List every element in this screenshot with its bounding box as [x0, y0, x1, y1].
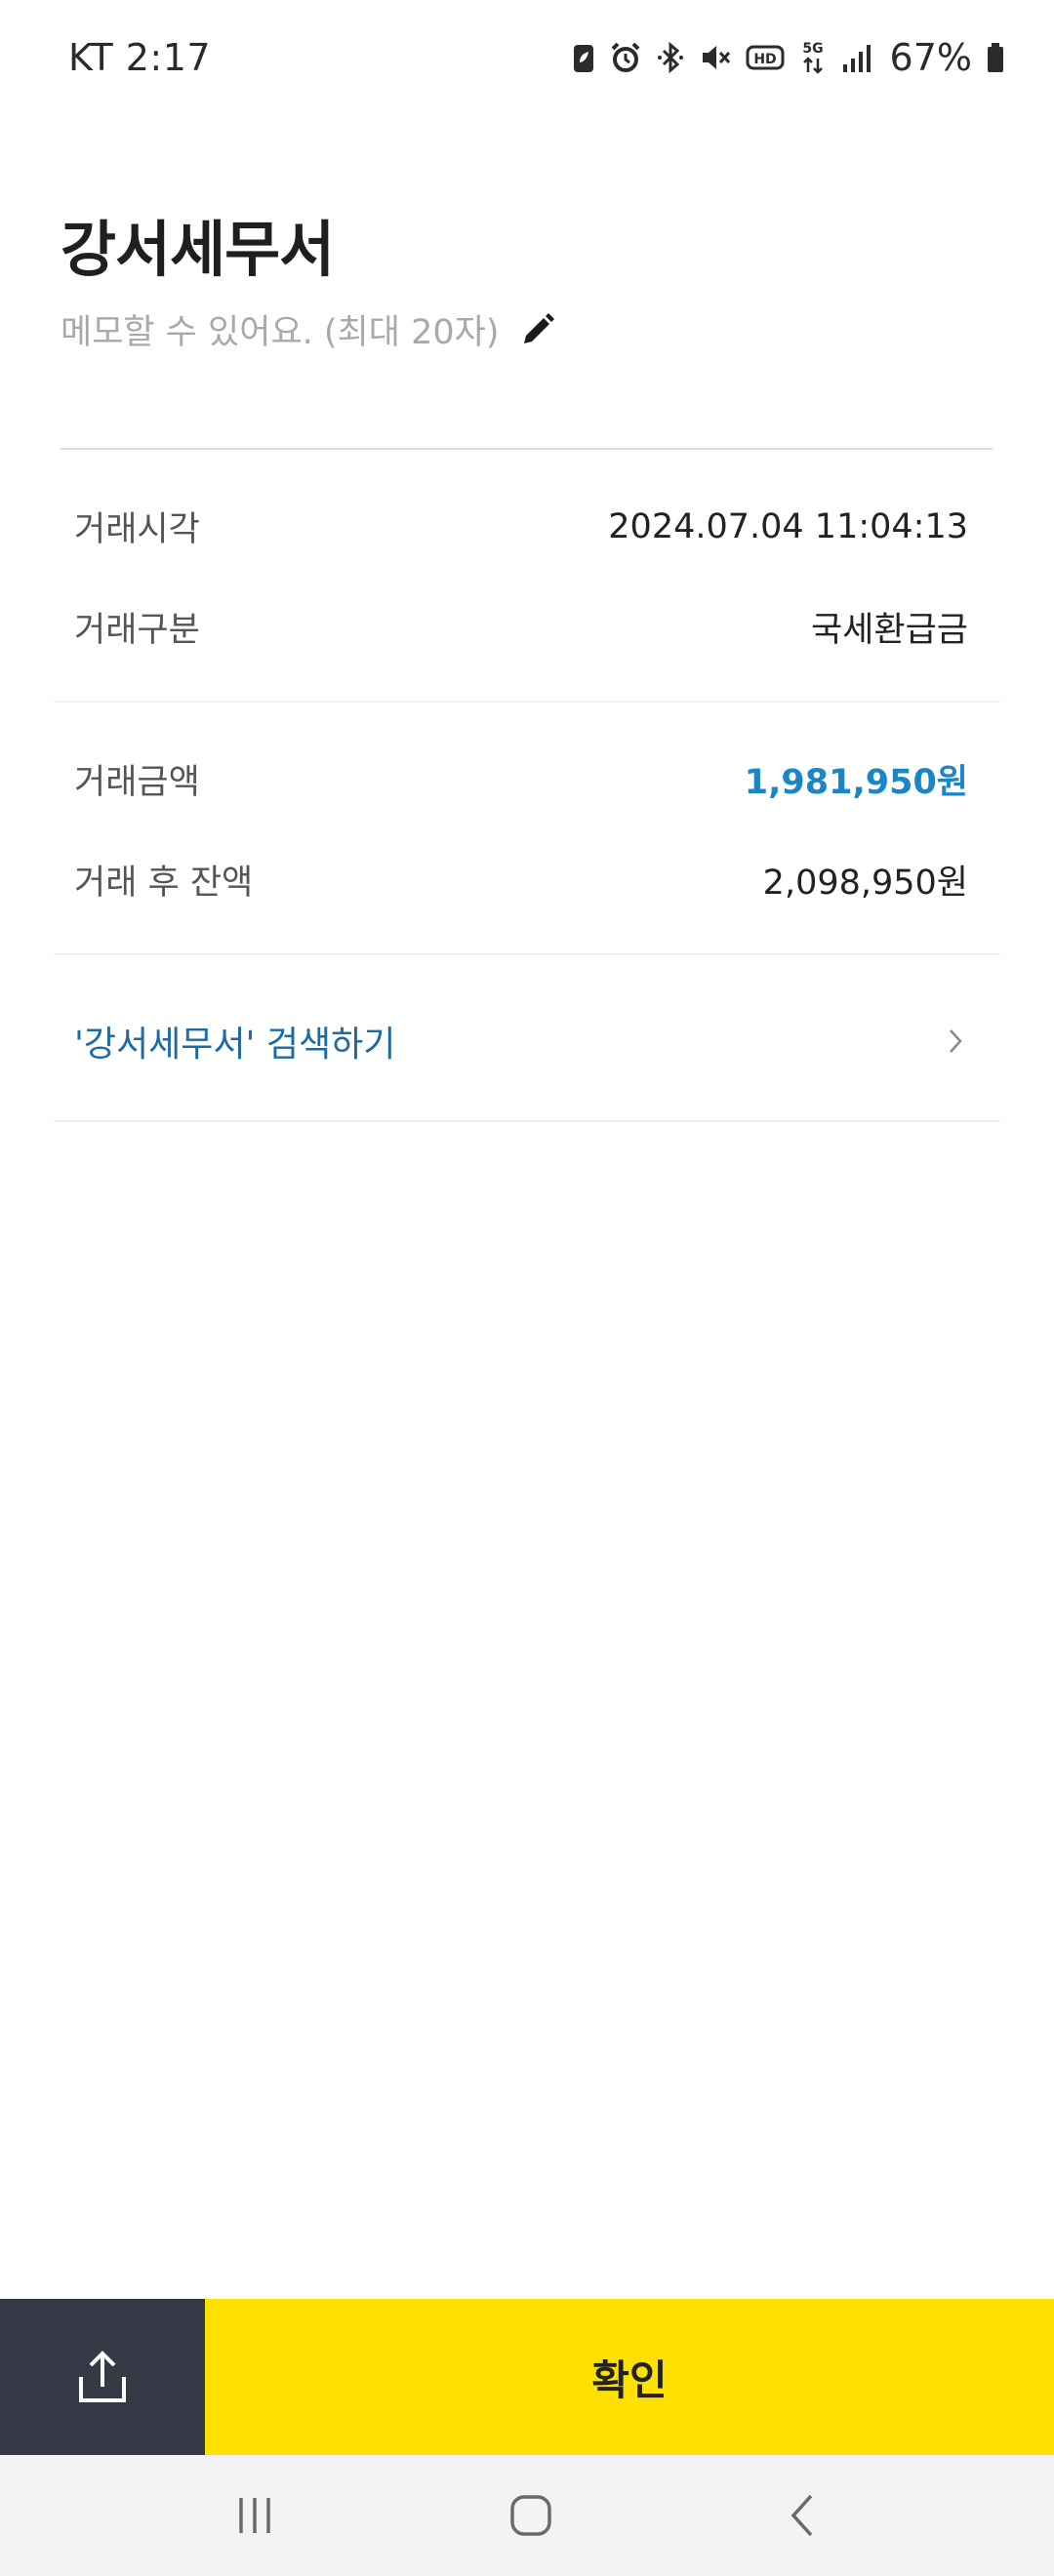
transaction-detail-screen: KT 2:17 HD 5G 67% 강서세무서 메모할 수 있어요. (최대 2… [0, 0, 1054, 2576]
memo-row[interactable]: 메모할 수 있어요. (최대 20자) [61, 304, 557, 354]
balance-row: 거래 후 잔액 2,098,950원 [74, 855, 968, 905]
status-bar: KT 2:17 HD 5G 67% [0, 0, 1054, 115]
page-title: 강서세무서 [61, 214, 335, 285]
search-link[interactable]: '강서세무서' 검색하기 [74, 1007, 968, 1075]
transaction-amount-label: 거래금액 [74, 763, 200, 802]
pencil-icon[interactable] [518, 310, 557, 349]
memo-placeholder[interactable]: 메모할 수 있어요. (최대 20자) [61, 304, 499, 354]
search-link-label[interactable]: '강서세무서' 검색하기 [74, 1016, 395, 1067]
header-divider [61, 448, 993, 450]
status-icons: HD 5G 67% [572, 36, 1005, 79]
signal-icon [842, 45, 871, 72]
hd-icon: HD [746, 45, 785, 70]
transaction-type-row: 거래구분 국세환급금 [74, 602, 968, 652]
transaction-time-label: 거래시각 [74, 510, 200, 549]
confirm-button[interactable]: 확인 [205, 2299, 1054, 2455]
back-icon[interactable] [784, 2492, 823, 2539]
transaction-time-value: 2024.07.04 11:04:13 [608, 506, 968, 546]
svg-text:5G: 5G [802, 41, 823, 57]
system-nav-bar [0, 2455, 1054, 2576]
carrier-time: KT 2:17 [68, 36, 212, 79]
section-divider [54, 701, 1000, 703]
battery-percent: 67% [889, 36, 972, 79]
bottom-action-bar: 확인 [0, 2299, 1054, 2455]
section-divider [54, 953, 1000, 955]
transaction-amount-value: 1,981,950원 [744, 763, 968, 802]
alarm-icon [611, 42, 639, 72]
balance-value: 2,098,950원 [762, 864, 968, 903]
battery-saver-icon [573, 45, 593, 72]
5g-icon: 5G [802, 41, 823, 74]
section-divider [54, 1120, 1000, 1122]
chevron-right-icon [950, 1029, 962, 1053]
home-icon[interactable] [507, 2492, 554, 2539]
bluetooth-icon [657, 41, 683, 74]
recent-apps-icon[interactable] [231, 2494, 278, 2537]
transaction-type-label: 거래구분 [74, 611, 200, 650]
battery-icon [988, 43, 1003, 72]
svg-text:HD: HD [753, 52, 776, 67]
share-icon [79, 2351, 126, 2402]
transaction-time-row: 거래시각 2024.07.04 11:04:13 [74, 502, 968, 551]
balance-label: 거래 후 잔액 [74, 864, 254, 903]
share-button[interactable] [0, 2299, 205, 2455]
mute-icon [702, 46, 730, 69]
transaction-amount-row: 거래금액 1,981,950원 [74, 754, 968, 804]
transaction-type-value: 국세환급금 [810, 611, 968, 650]
